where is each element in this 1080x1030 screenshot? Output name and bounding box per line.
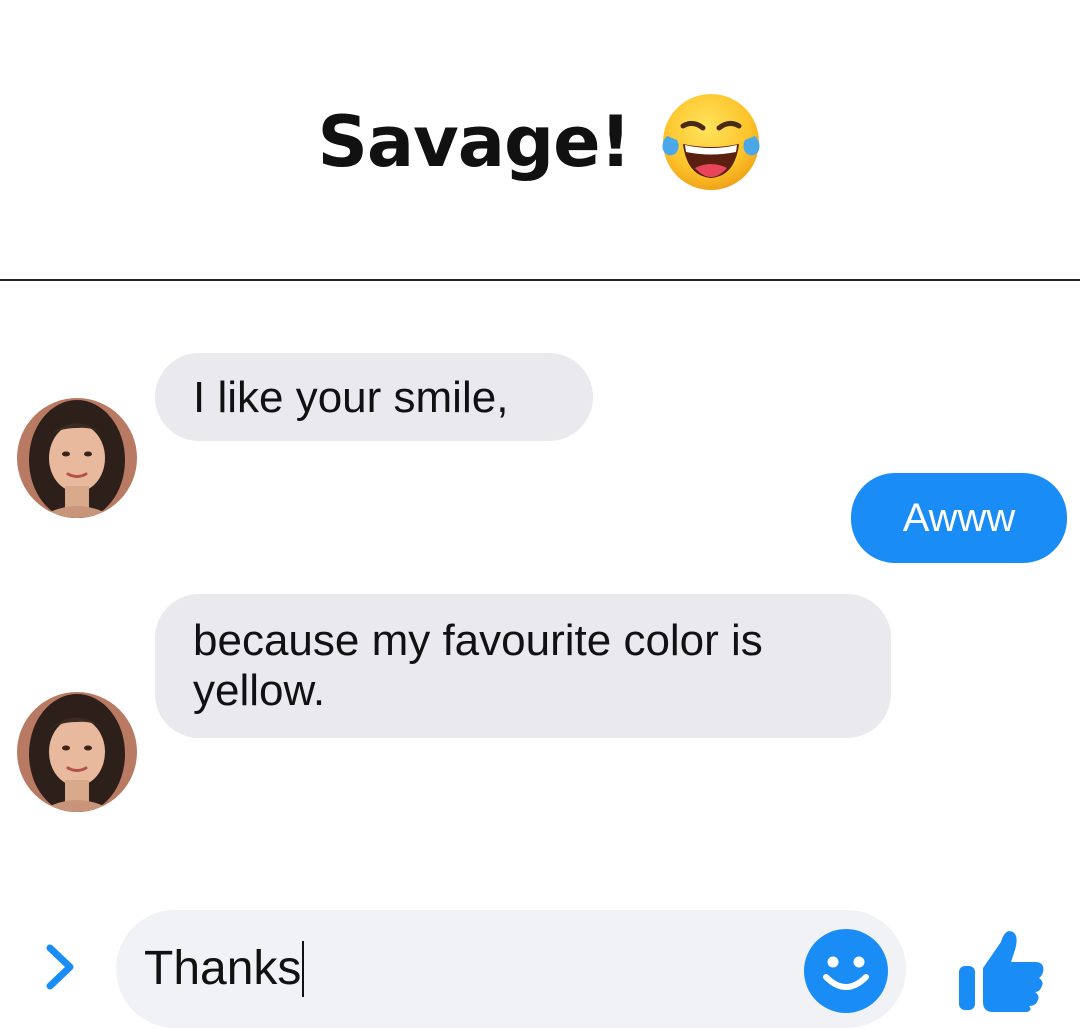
outgoing-message-bubble[interactable]: Awww: [851, 473, 1067, 563]
chevron-right-icon[interactable]: [40, 942, 80, 992]
meme-header: Savage!: [0, 0, 1080, 280]
contact-avatar[interactable]: [17, 692, 137, 812]
thumbs-up-icon[interactable]: [955, 922, 1047, 1014]
message-text: I like your smile,: [193, 373, 509, 422]
message-input-value: Thanks: [144, 942, 302, 995]
message-text: because my favourite color is yellow.: [193, 616, 763, 715]
tears-of-joy-emoji: [662, 94, 760, 190]
smiley-icon[interactable]: [802, 927, 890, 1015]
text-caret: [302, 941, 305, 997]
incoming-message-bubble[interactable]: I like your smile,: [155, 353, 593, 441]
message-input-text[interactable]: Thanks: [144, 940, 305, 998]
title-row: Savage!: [0, 82, 1080, 202]
meme-title: Savage!: [317, 101, 631, 183]
contact-avatar[interactable]: [17, 398, 137, 518]
message-text: Awww: [902, 496, 1016, 540]
message-composer: Thanks: [0, 905, 1080, 1030]
incoming-message-bubble[interactable]: because my favourite color is yellow.: [155, 594, 891, 738]
message-input[interactable]: Thanks: [116, 910, 906, 1028]
